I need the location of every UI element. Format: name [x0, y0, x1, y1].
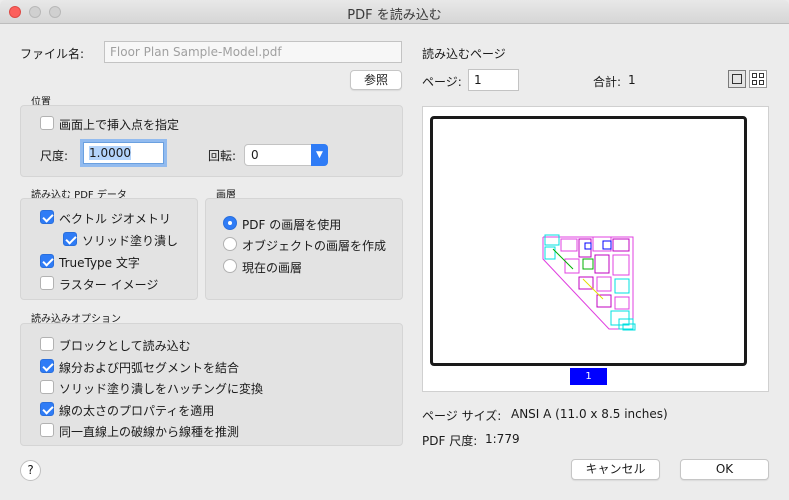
- vector-geometry-checkbox[interactable]: [40, 210, 54, 224]
- specify-on-screen-checkbox[interactable]: [40, 116, 54, 130]
- raster-image-label: ラスター イメージ: [59, 278, 159, 292]
- title-bar: PDF を読み込む: [0, 0, 789, 24]
- apply-lineweight-checkbox[interactable]: [40, 402, 54, 416]
- current-layer-radio[interactable]: [223, 259, 237, 273]
- infer-linetypes-checkbox[interactable]: [40, 423, 54, 437]
- rotation-value: 0: [251, 148, 259, 162]
- file-name-label: ファイル名:: [20, 47, 85, 61]
- chevron-down-icon: ▼: [311, 144, 328, 166]
- total-value: 1: [628, 73, 636, 87]
- page-label: ページ:: [422, 75, 462, 89]
- import-pdf-dialog: PDF を読み込む ファイル名: Floor Plan Sample-Model…: [0, 0, 789, 500]
- ok-button[interactable]: OK: [680, 459, 769, 480]
- vector-geometry-label: ベクトル ジオメトリ: [59, 212, 171, 226]
- specify-on-screen-label: 画面上で挿入点を指定: [59, 118, 180, 132]
- grid-view-button[interactable]: [749, 70, 767, 88]
- help-button[interactable]: ?: [20, 460, 41, 481]
- import-options-group: ブロックとして読み込む 線分および円弧セグメントを結合 ソリッド塗り潰しをハッチ…: [20, 323, 403, 446]
- cancel-button[interactable]: キャンセル: [571, 459, 660, 480]
- truetype-text-checkbox[interactable]: [40, 254, 54, 268]
- create-object-layers-label: オブジェクトの画層を作成: [242, 239, 387, 253]
- scale-label: 尺度:: [40, 149, 69, 163]
- rotation-label: 回転:: [208, 149, 237, 163]
- browse-button[interactable]: 参照: [350, 70, 402, 90]
- solid-fill-checkbox[interactable]: [63, 232, 77, 246]
- infer-linetypes-label: 同一直線上の破線から線種を推測: [59, 425, 240, 439]
- use-pdf-layers-radio[interactable]: [223, 216, 237, 230]
- layers-group: PDF の画層を使用 オブジェクトの画層を作成 現在の画層: [205, 198, 403, 300]
- current-layer-label: 現在の画層: [242, 261, 303, 275]
- truetype-text-label: TrueType 文字: [59, 256, 140, 270]
- grid-icon: [752, 73, 764, 85]
- scale-field[interactable]: 1.0000: [83, 142, 164, 164]
- page-preview[interactable]: 1: [422, 106, 769, 392]
- convert-fills-label: ソリッド塗り潰しをハッチングに変換: [59, 382, 264, 396]
- rotation-select[interactable]: 0 ▼: [244, 144, 328, 166]
- single-page-view-button[interactable]: [728, 70, 746, 88]
- total-label: 合計:: [593, 75, 622, 89]
- page-size-value: ANSI A (11.0 x 8.5 inches): [511, 407, 668, 421]
- pdf-data-group: ベクトル ジオメトリ ソリッド塗り潰し TrueType 文字 ラスター イメー…: [20, 198, 198, 300]
- import-as-block-checkbox[interactable]: [40, 337, 54, 351]
- join-segments-label: 線分および円弧セグメントを結合: [59, 361, 240, 375]
- create-object-layers-radio[interactable]: [223, 237, 237, 251]
- page-size-label: ページ サイズ:: [422, 409, 502, 423]
- scale-value: 1.0000: [89, 146, 131, 160]
- import-as-block-label: ブロックとして読み込む: [59, 339, 191, 353]
- apply-lineweight-label: 線の太さのプロパティを適用: [59, 404, 215, 418]
- position-group: 画面上で挿入点を指定 尺度: 1.0000 回転: 0 ▼: [20, 105, 403, 177]
- convert-fills-checkbox[interactable]: [40, 380, 54, 394]
- window-title: PDF を読み込む: [347, 8, 442, 23]
- pdf-scale-value: 1:779: [485, 432, 520, 446]
- single-page-icon: [732, 74, 742, 84]
- file-name-field[interactable]: Floor Plan Sample-Model.pdf: [104, 41, 402, 63]
- floor-plan-drawing: [542, 234, 636, 331]
- page-thumbnail[interactable]: [430, 116, 747, 366]
- use-pdf-layers-label: PDF の画層を使用: [242, 218, 342, 232]
- pages-heading: 読み込むページ: [422, 47, 506, 61]
- raster-image-checkbox[interactable]: [40, 276, 54, 290]
- page-field[interactable]: 1: [468, 69, 519, 91]
- pdf-scale-label: PDF 尺度:: [422, 434, 478, 448]
- join-segments-checkbox[interactable]: [40, 359, 54, 373]
- solid-fill-label: ソリッド塗り潰し: [82, 234, 179, 248]
- page-number-tab[interactable]: 1: [570, 368, 607, 385]
